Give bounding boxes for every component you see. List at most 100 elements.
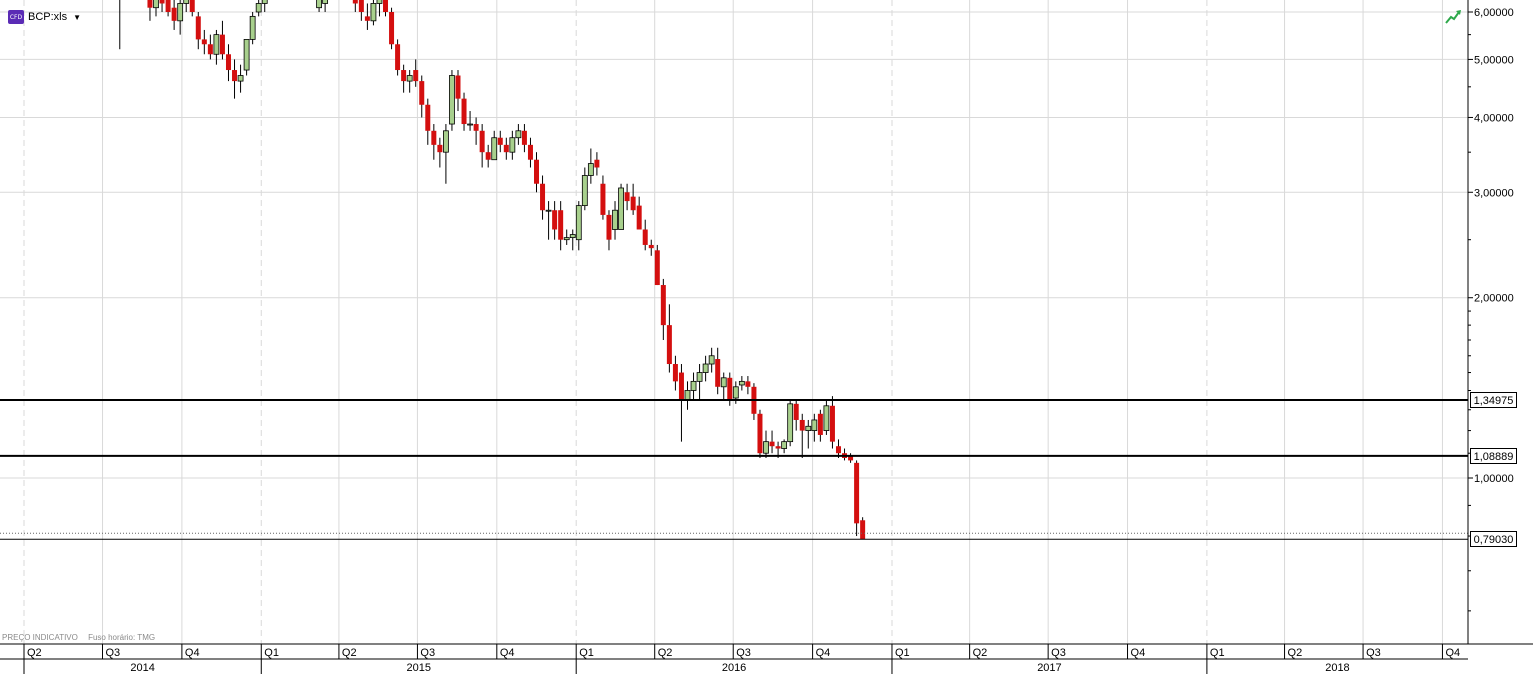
candle-up [249, 15, 256, 40]
candle-down [860, 520, 866, 540]
year-label: 2015 [406, 662, 430, 674]
candle-down [660, 285, 666, 326]
cfd-badge-icon: CFD [8, 10, 24, 24]
candlestick-chart[interactable]: 6,00000 5,00000 4,00000 3,00000 2,00000 1,000… [0, 0, 1533, 674]
candle-up [823, 405, 830, 431]
candle-up [183, 0, 190, 4]
candle-up [243, 39, 250, 71]
quarter-label: Q3 [106, 647, 121, 659]
candle-up [684, 390, 691, 401]
candle-up [696, 372, 703, 382]
candle-down [171, 7, 177, 21]
candle-up [569, 234, 576, 239]
candle-down [793, 403, 799, 420]
quarter-label: Q1 [895, 647, 910, 659]
price-tick-label: 3,00000 [1474, 187, 1514, 199]
candle-up [618, 187, 624, 230]
instrument-selector[interactable]: CFD BCP:xls ▼ [8, 9, 81, 25]
candle-down [503, 144, 509, 153]
candle-down [358, 0, 364, 13]
candle-down [672, 364, 678, 382]
chart-grid [0, 0, 1468, 644]
timezone-note: Fuso horário: TMG [88, 633, 156, 642]
candle-down [727, 377, 733, 400]
candle-down [624, 192, 630, 202]
candle-down [642, 229, 648, 245]
candle-down [219, 34, 225, 55]
candle-down [769, 441, 775, 447]
candle-down [630, 196, 636, 211]
quarter-label: Q3 [1051, 647, 1066, 659]
candle-down [165, 0, 171, 13]
candle-down [383, 0, 389, 13]
quarter-label: Q2 [27, 647, 42, 659]
candle-down [401, 70, 407, 82]
quarter-label: Q2 [1288, 647, 1303, 659]
candle-down [552, 210, 558, 230]
candle-down [829, 405, 835, 442]
price-tag-current[interactable]: 0,79030 [1470, 531, 1517, 548]
candle-down [558, 210, 564, 240]
candle-down [775, 446, 781, 449]
candle-down [799, 419, 805, 431]
candle-down [419, 81, 425, 105]
candlestick-series [119, 0, 866, 540]
candle-up [467, 123, 473, 126]
candle-up [708, 355, 715, 365]
price-tag-upper[interactable]: 1,34975 [1470, 391, 1517, 408]
candle-up [213, 34, 220, 55]
candle-up [509, 137, 516, 153]
candle-down [606, 214, 612, 240]
chart-footnote: PREÇO INDICATIVO Fuso horário: TMG [2, 633, 163, 642]
candle-down [431, 130, 437, 145]
chevron-down-icon: ▼ [73, 12, 82, 22]
candle-up [612, 209, 618, 230]
year-label: 2016 [722, 662, 746, 674]
candle-up [587, 163, 594, 176]
candle-up [443, 130, 449, 153]
trend-arrow-icon[interactable] [1444, 9, 1462, 25]
candle-up [376, 0, 383, 4]
candle-down [521, 130, 527, 145]
year-label: 2018 [1325, 662, 1349, 674]
candle-down [232, 70, 238, 82]
candle-up [763, 441, 769, 454]
quarter-label: Q3 [420, 647, 435, 659]
price-tick-label: 1,00000 [1474, 473, 1514, 485]
candle-down [600, 183, 606, 215]
time-axis: Q2 Q3 Q4 Q1 Q2 Q3 Q4 Q1 Q2 Q3 Q4 Q1 Q2 Q3 Q4 Q1 Q2 Q3 Q4 20… [0, 643, 1533, 674]
quarter-label: Q4 [1131, 647, 1146, 659]
candle-up [370, 3, 377, 22]
candle-down [497, 137, 503, 145]
quarter-label: Q2 [658, 647, 673, 659]
horizontal-price-lines [0, 398, 1468, 540]
candle-down [159, 0, 165, 4]
candle-down [147, 0, 153, 8]
candle-down [189, 0, 195, 12]
candle-up [545, 209, 552, 212]
price-tag-lower[interactable]: 1,08889 [1470, 447, 1517, 464]
candle-down [854, 462, 860, 524]
candle-up [322, 0, 329, 4]
candle-down [413, 70, 419, 82]
candle-up [316, 0, 322, 9]
quarter-label: Q2 [973, 647, 988, 659]
candle-down [479, 130, 485, 153]
price-tick-label: 4,00000 [1474, 112, 1514, 124]
quarter-label: Q1 [1210, 647, 1225, 659]
candle-up [811, 419, 818, 431]
candle-down [207, 44, 213, 55]
quarter-label: Q4 [816, 647, 831, 659]
candle-up [787, 403, 794, 443]
candle-down [757, 413, 763, 454]
candle-down [473, 124, 479, 131]
year-label: 2014 [130, 662, 154, 674]
candle-down [817, 413, 823, 435]
candle-down [678, 372, 684, 400]
quarter-label: Q1 [579, 647, 594, 659]
candle-down [461, 98, 467, 125]
candle-up [720, 377, 727, 388]
candle-down [636, 205, 642, 230]
candle-up [575, 205, 582, 241]
candle-down [395, 44, 401, 71]
